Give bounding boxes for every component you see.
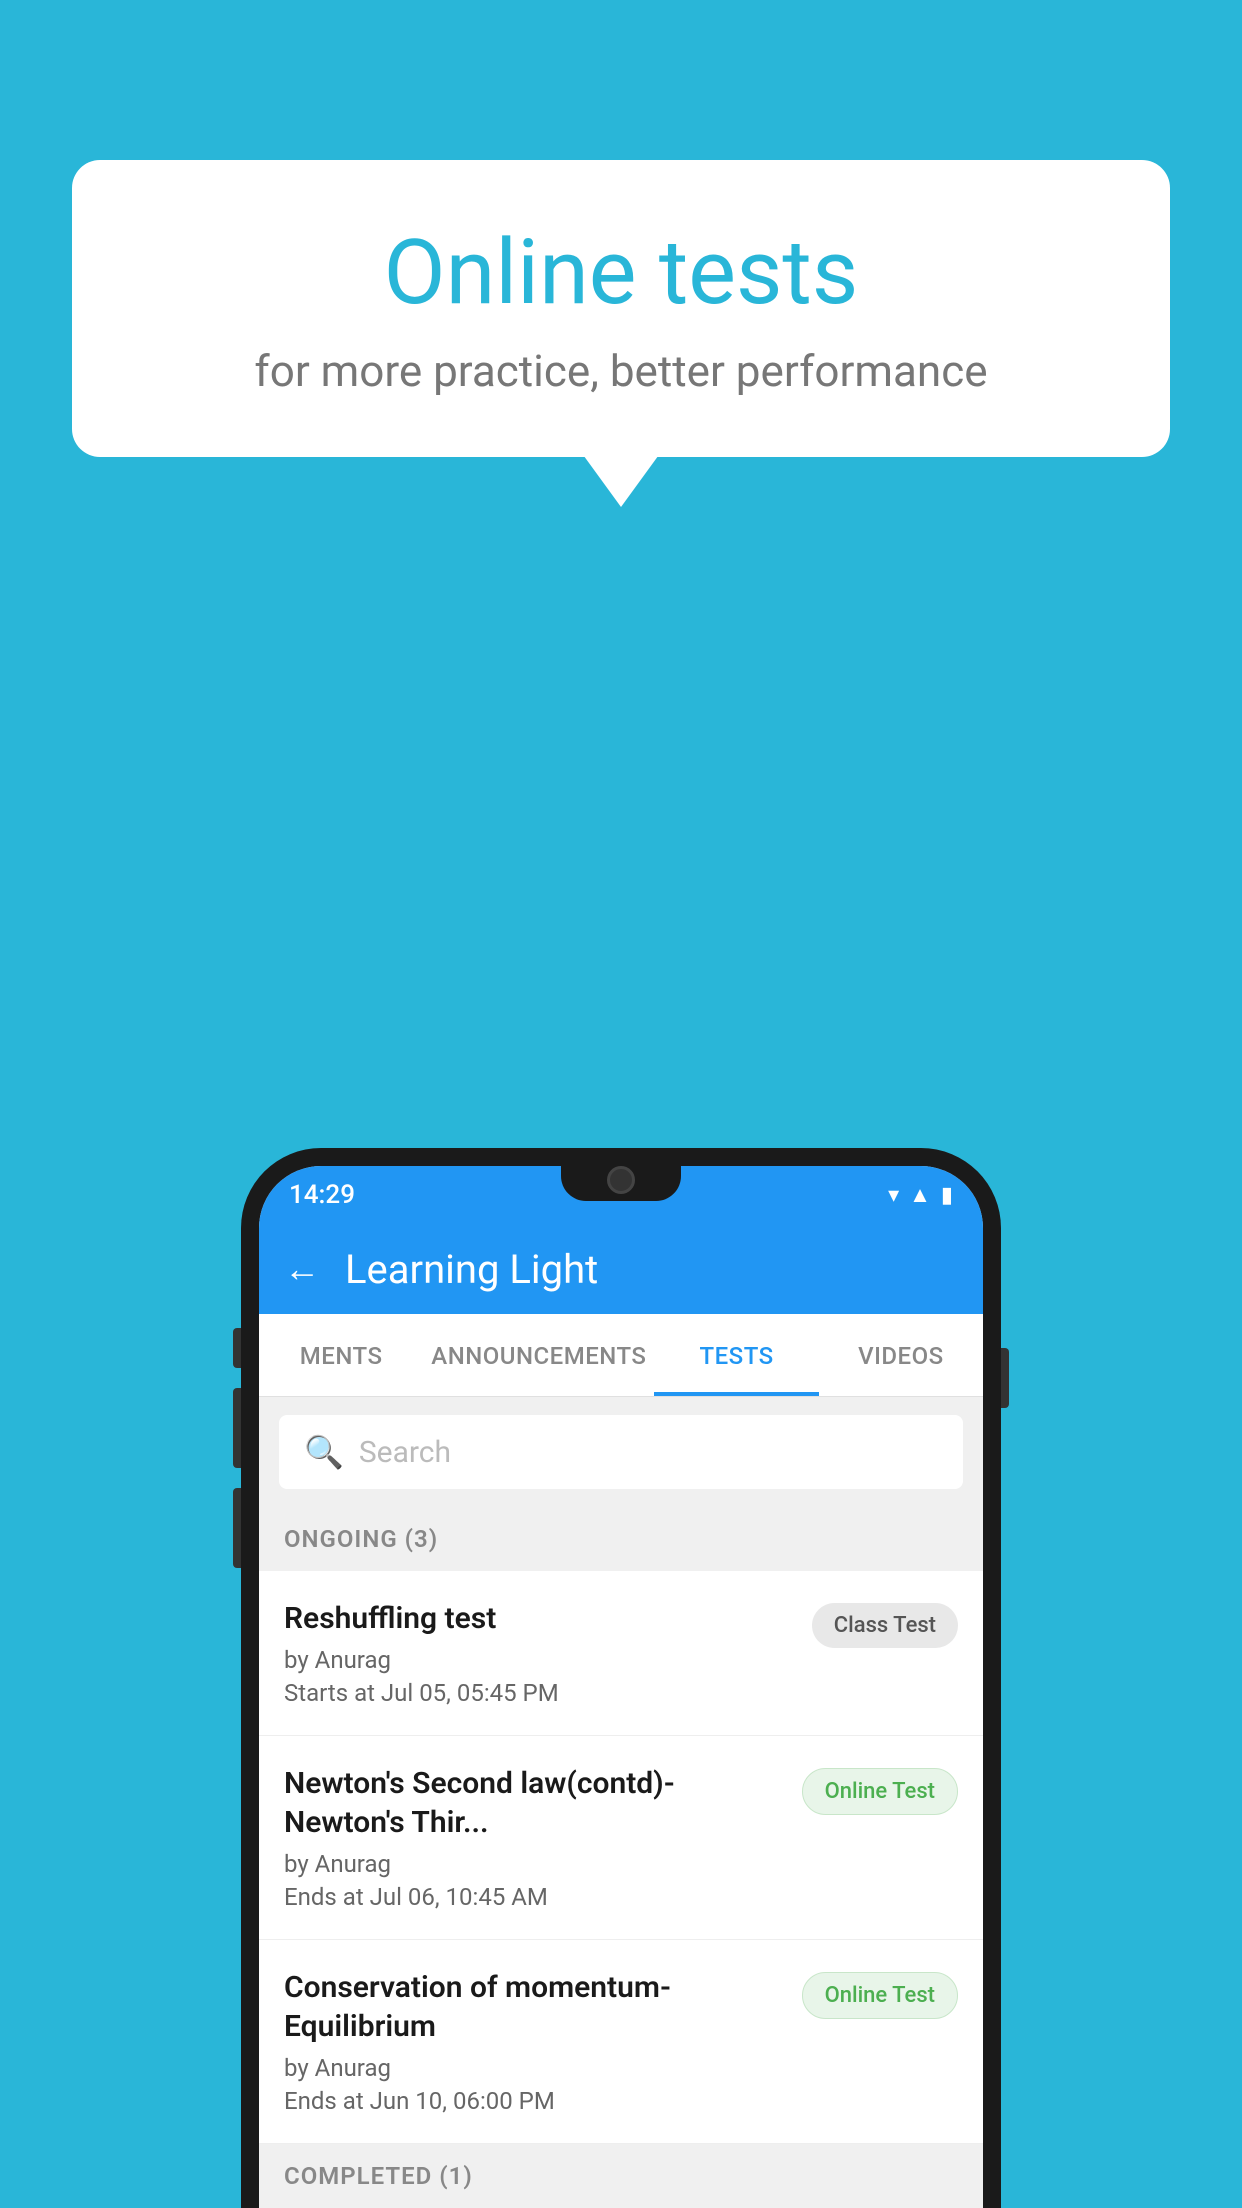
test-item[interactable]: Conservation of momentum-Equilibrium by …	[259, 1940, 983, 2144]
test-info: Newton's Second law(contd)-Newton's Thir…	[284, 1764, 802, 1911]
test-item[interactable]: Newton's Second law(contd)-Newton's Thir…	[259, 1736, 983, 1940]
test-author: by Anurag	[284, 1850, 787, 1878]
back-button[interactable]: ←	[284, 1248, 320, 1290]
bubble-title: Online tests	[152, 220, 1090, 325]
test-name: Conservation of momentum-Equilibrium	[284, 1968, 787, 2046]
status-time: 14:29	[289, 1180, 355, 1210]
ongoing-section-header: ONGOING (3)	[259, 1507, 983, 1571]
battery-icon: ▮	[941, 1183, 953, 1208]
search-bar[interactable]: 🔍 Search	[279, 1415, 963, 1489]
test-info: Conservation of momentum-Equilibrium by …	[284, 1968, 802, 2115]
search-placeholder: Search	[359, 1435, 451, 1470]
tab-videos[interactable]: VIDEOS	[819, 1314, 983, 1396]
search-container: 🔍 Search	[259, 1397, 983, 1507]
wifi-icon: ▾	[888, 1183, 899, 1208]
test-author: by Anurag	[284, 2054, 787, 2082]
test-time: Ends at Jul 06, 10:45 AM	[284, 1883, 787, 1911]
phone-wrapper: 14:29 ▾ ▲ ▮ ← Learning Light MENTS ANNOU…	[241, 1148, 1001, 2208]
test-author: by Anurag	[284, 1646, 797, 1674]
test-name: Newton's Second law(contd)-Newton's Thir…	[284, 1764, 787, 1842]
search-icon: 🔍	[304, 1433, 344, 1471]
tab-ments[interactable]: MENTS	[259, 1314, 423, 1396]
speech-bubble: Online tests for more practice, better p…	[72, 160, 1170, 457]
volume-up-button	[233, 1388, 241, 1468]
speech-bubble-container: Online tests for more practice, better p…	[72, 160, 1170, 457]
power-button-left	[233, 1328, 241, 1368]
phone-outer: 14:29 ▾ ▲ ▮ ← Learning Light MENTS ANNOU…	[241, 1148, 1001, 2208]
volume-button-right	[1001, 1348, 1009, 1408]
signal-icon: ▲	[909, 1182, 931, 1208]
test-info: Reshuffling test by Anurag Starts at Jul…	[284, 1599, 812, 1707]
tab-announcements[interactable]: ANNOUNCEMENTS	[423, 1314, 654, 1396]
phone-camera	[607, 1166, 635, 1194]
phone-screen: 14:29 ▾ ▲ ▮ ← Learning Light MENTS ANNOU…	[259, 1166, 983, 2208]
test-name: Reshuffling test	[284, 1599, 797, 1638]
app-title: Learning Light	[345, 1246, 598, 1293]
test-item[interactable]: Reshuffling test by Anurag Starts at Jul…	[259, 1571, 983, 1736]
test-time: Starts at Jul 05, 05:45 PM	[284, 1679, 797, 1707]
app-bar: ← Learning Light	[259, 1224, 983, 1314]
test-time: Ends at Jun 10, 06:00 PM	[284, 2087, 787, 2115]
test-badge-online-2: Online Test	[802, 1972, 958, 2019]
status-icons: ▾ ▲ ▮	[888, 1182, 953, 1208]
test-badge-class: Class Test	[812, 1603, 958, 1648]
tab-tests[interactable]: TESTS	[654, 1314, 818, 1396]
bubble-subtitle: for more practice, better performance	[152, 345, 1090, 397]
completed-section-header: COMPLETED (1)	[259, 2144, 983, 2208]
test-badge-online: Online Test	[802, 1768, 958, 1815]
volume-down-button	[233, 1488, 241, 1568]
tabs-container: MENTS ANNOUNCEMENTS TESTS VIDEOS	[259, 1314, 983, 1397]
test-list: Reshuffling test by Anurag Starts at Jul…	[259, 1571, 983, 2144]
